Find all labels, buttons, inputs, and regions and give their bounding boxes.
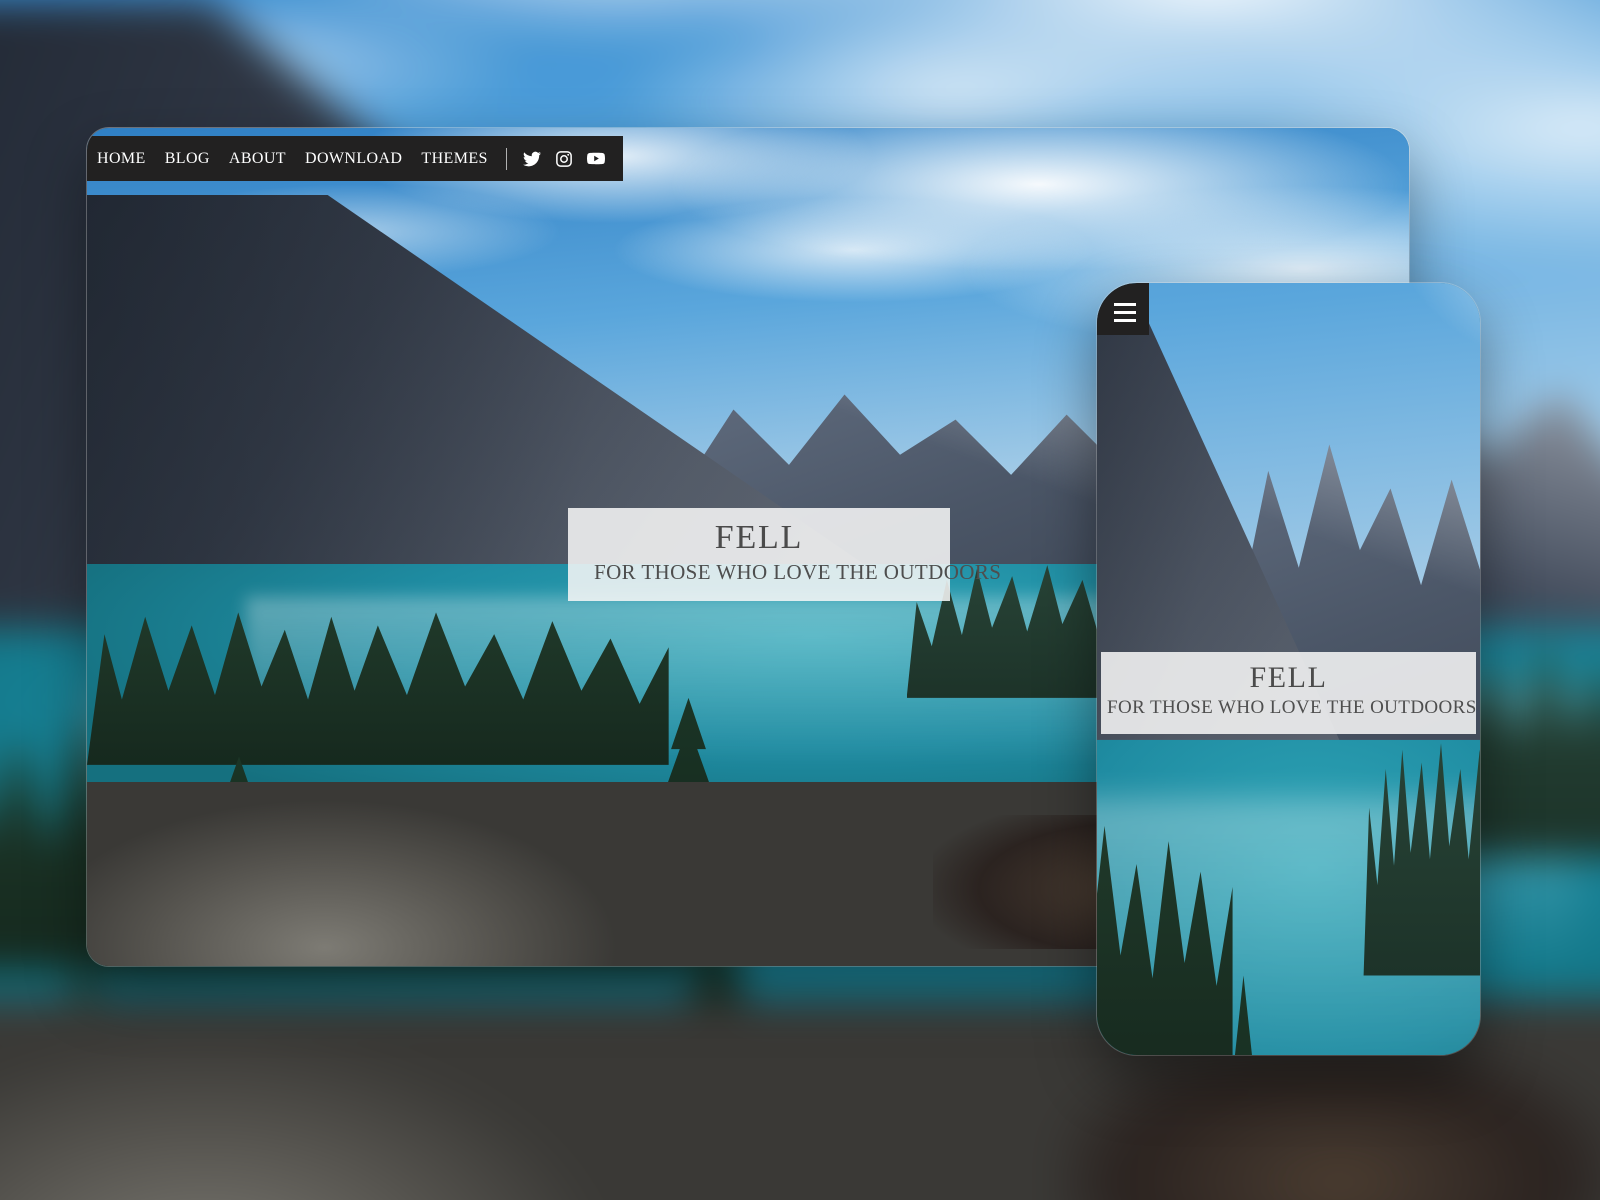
nav-link-home[interactable]: HOME	[97, 150, 146, 168]
screenshot-stage: HOME BLOG ABOUT DOWNLOAD THEMES FELL FOR…	[0, 0, 1600, 1200]
nav-link-about[interactable]: ABOUT	[229, 150, 286, 168]
nav-links-group: HOME BLOG ABOUT DOWNLOAD THEMES	[97, 150, 488, 168]
nav-link-blog[interactable]: BLOG	[165, 150, 210, 168]
site-navigation-bar: HOME BLOG ABOUT DOWNLOAD THEMES	[87, 136, 623, 181]
photo-dark-boulder	[1060, 1056, 1600, 1200]
mobile-hero-subtitle: FOR THOSE WHO LOVE THE OUTDOORS	[1107, 697, 1477, 719]
nav-separator	[505, 147, 507, 170]
nav-link-download[interactable]: DOWNLOAD	[305, 150, 402, 168]
mobile-hero-title-band: FELL FOR THOSE WHO LOVE THE OUTDOORS	[1101, 652, 1477, 735]
social-links-group	[522, 150, 605, 168]
hero-title: FELL	[714, 519, 804, 556]
hero-title-band: FELL FOR THOSE WHO LOVE THE OUTDOORS	[568, 508, 1002, 601]
youtube-icon[interactable]	[586, 150, 605, 168]
nav-link-themes[interactable]: THEMES	[421, 150, 487, 168]
hero-subtitle: FOR THOSE WHO LOVE THE OUTDOORS	[594, 559, 1002, 584]
hamburger-bar	[1114, 302, 1136, 306]
twitter-icon[interactable]	[522, 150, 541, 168]
mobile-hero-title: FELL	[1249, 661, 1328, 694]
hamburger-bar	[1114, 310, 1136, 314]
hamburger-bar	[1114, 318, 1136, 322]
mobile-preview-card[interactable]: FELL FOR THOSE WHO LOVE THE OUTDOORS	[1097, 283, 1480, 1055]
instagram-icon[interactable]	[555, 150, 573, 168]
